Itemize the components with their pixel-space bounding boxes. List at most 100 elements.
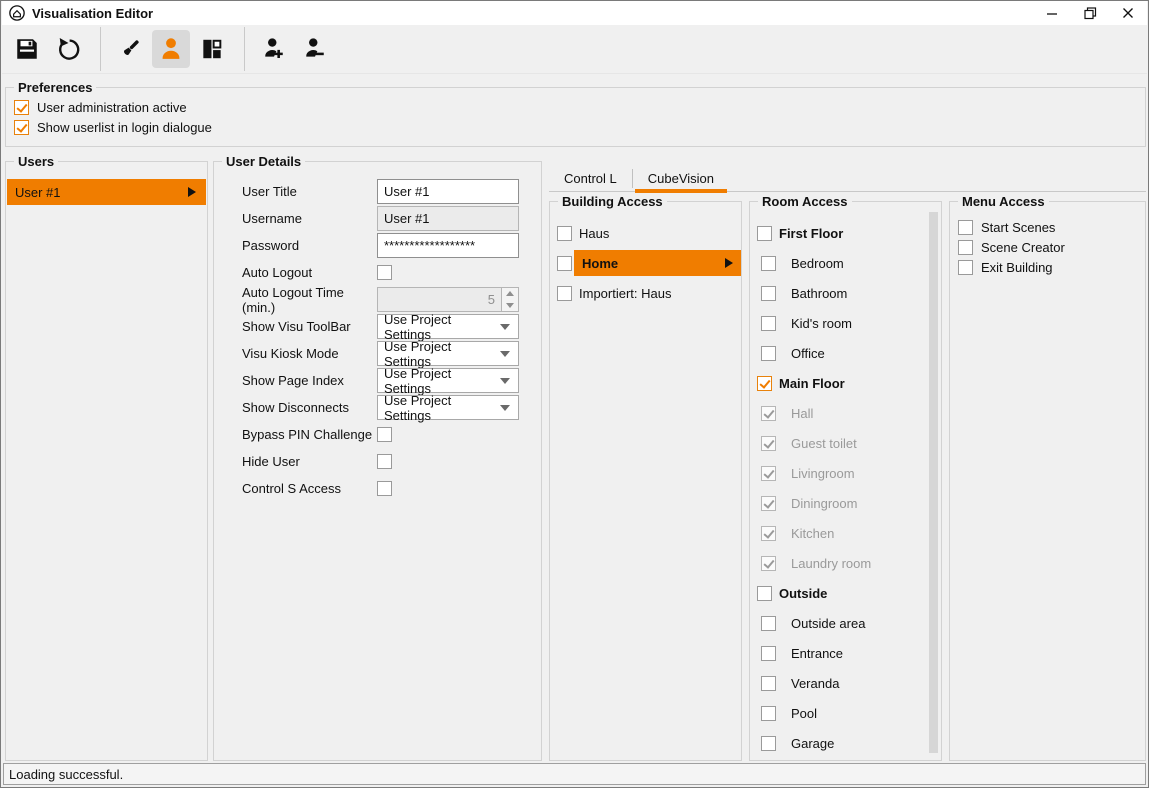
password-row: Password [242,233,517,258]
room-item[interactable]: Main Floor [750,368,927,398]
room-item[interactable]: Outside [750,578,927,608]
room-item[interactable]: Pool [750,698,927,728]
room-item[interactable]: First Floor [750,218,927,248]
user-admin-icon[interactable] [152,30,190,68]
status-text: Loading successful. [9,767,123,782]
kids-room-checkbox[interactable] [761,316,776,331]
visu-kiosk-mode-select[interactable]: Use Project Settings [377,341,519,366]
user-details-group: User Details User Title Username Passwor… [213,161,542,761]
password-label: Password [242,238,377,253]
app-logo-icon [8,4,26,22]
stepper-up-icon[interactable] [502,288,518,300]
auto-logout-label: Auto Logout [242,265,377,280]
control-s-access-row: Control S Access [242,476,517,501]
outside-area-checkbox[interactable] [761,616,776,631]
veranda-checkbox[interactable] [761,676,776,691]
show-disconnects-select[interactable]: Use Project Settings [377,395,519,420]
room-access-scrollbar[interactable] [929,212,938,753]
building-item-importiert-haus[interactable]: Importiert: Haus [550,278,741,308]
user-title-input[interactable] [377,179,519,204]
control-s-access-checkbox[interactable] [377,481,392,496]
start-scenes-checkbox[interactable] [958,220,973,235]
show-visu-toolbar-select[interactable]: Use Project Settings [377,314,519,339]
users-group: Users User #1 [5,161,208,761]
menu-access-group: Menu Access Start Scenes Scene Creator E… [949,201,1146,761]
remove-user-icon[interactable] [296,30,334,68]
auto-logout-time-label: Auto Logout Time (min.) [242,285,377,315]
undo-icon[interactable] [49,30,87,68]
office-checkbox[interactable] [761,346,776,361]
password-input[interactable] [377,233,519,258]
haus-checkbox[interactable] [557,226,572,241]
room-item[interactable]: Outside area [750,608,927,638]
toolbar-separator [244,27,245,71]
bypass-pin-checkbox[interactable] [377,427,392,442]
hide-user-row: Hide User [242,449,517,474]
first-floor-checkbox[interactable] [757,226,772,241]
room-label: Hall [791,406,813,421]
building-label: Home [582,256,618,271]
room-item[interactable]: Bedroom [750,248,927,278]
close-icon[interactable] [1109,1,1147,25]
save-icon[interactable] [8,30,46,68]
room-item[interactable]: Kid's room [750,308,927,338]
user-administration-checkbox[interactable] [14,100,29,115]
room-access-group: Room Access First Floor Bedroom Bathroom… [749,201,942,761]
show-userlist-checkbox[interactable] [14,120,29,135]
bedroom-checkbox[interactable] [761,256,776,271]
stepper-down-icon[interactable] [502,300,518,312]
room-item: Kitchen [750,518,927,548]
home-checkbox[interactable] [557,256,572,271]
show-page-index-row: Show Page Index Use Project Settings [242,368,517,393]
room-item[interactable]: Entrance [750,638,927,668]
room-label: Main Floor [779,376,845,391]
building-item-haus[interactable]: Haus [550,218,741,248]
bathroom-checkbox[interactable] [761,286,776,301]
outside-checkbox[interactable] [757,586,772,601]
room-item[interactable]: Office [750,338,927,368]
select-value: Use Project Settings [384,366,500,396]
menu-item-exit-building[interactable]: Exit Building [950,257,1145,277]
minimize-icon[interactable] [1033,1,1071,25]
scrollbar-thumb[interactable] [929,212,938,753]
selected-band[interactable]: Home [574,250,741,276]
tab-control-l[interactable]: Control L [549,166,632,191]
users-title: Users [14,154,58,169]
layout-icon[interactable] [193,30,231,68]
room-item[interactable]: Garage [750,728,927,758]
room-access-body: First Floor Bedroom Bathroom Kid's room … [750,202,941,760]
room-label: Pool [791,706,817,721]
room-label: Bedroom [791,256,844,271]
room-item[interactable]: Bathroom [750,278,927,308]
entrance-checkbox[interactable] [761,646,776,661]
menu-access-body: Start Scenes Scene Creator Exit Building [950,202,1145,760]
building-access-body: Haus Home Importiert: Haus [550,202,741,760]
building-item-home-selected[interactable]: Home [550,248,741,278]
select-value: Use Project Settings [384,339,500,369]
scene-creator-checkbox[interactable] [958,240,973,255]
pref-label: User administration active [37,100,187,115]
auto-logout-checkbox[interactable] [377,265,392,280]
brush-icon[interactable] [111,30,149,68]
menu-item-scene-creator[interactable]: Scene Creator [950,237,1145,257]
diningroom-checkbox [761,496,776,511]
username-row: Username [242,206,517,231]
exit-building-checkbox[interactable] [958,260,973,275]
hide-user-checkbox[interactable] [377,454,392,469]
importiert-haus-checkbox[interactable] [557,286,572,301]
show-page-index-select[interactable]: Use Project Settings [377,368,519,393]
menu-item-start-scenes[interactable]: Start Scenes [950,217,1145,237]
add-user-icon[interactable] [255,30,293,68]
bypass-pin-row: Bypass PIN Challenge [242,422,517,447]
room-label: Livingroom [791,466,855,481]
garage-checkbox[interactable] [761,736,776,751]
restore-icon[interactable] [1071,1,1109,25]
show-disconnects-row: Show Disconnects Use Project Settings [242,395,517,420]
room-item[interactable]: Veranda [750,668,927,698]
livingroom-checkbox [761,466,776,481]
tab-cubevision[interactable]: CubeVision [633,166,729,191]
pool-checkbox[interactable] [761,706,776,721]
user-list-item-selected[interactable]: User #1 [7,179,206,205]
main-floor-checkbox[interactable] [757,376,772,391]
room-label: Outside area [791,616,865,631]
